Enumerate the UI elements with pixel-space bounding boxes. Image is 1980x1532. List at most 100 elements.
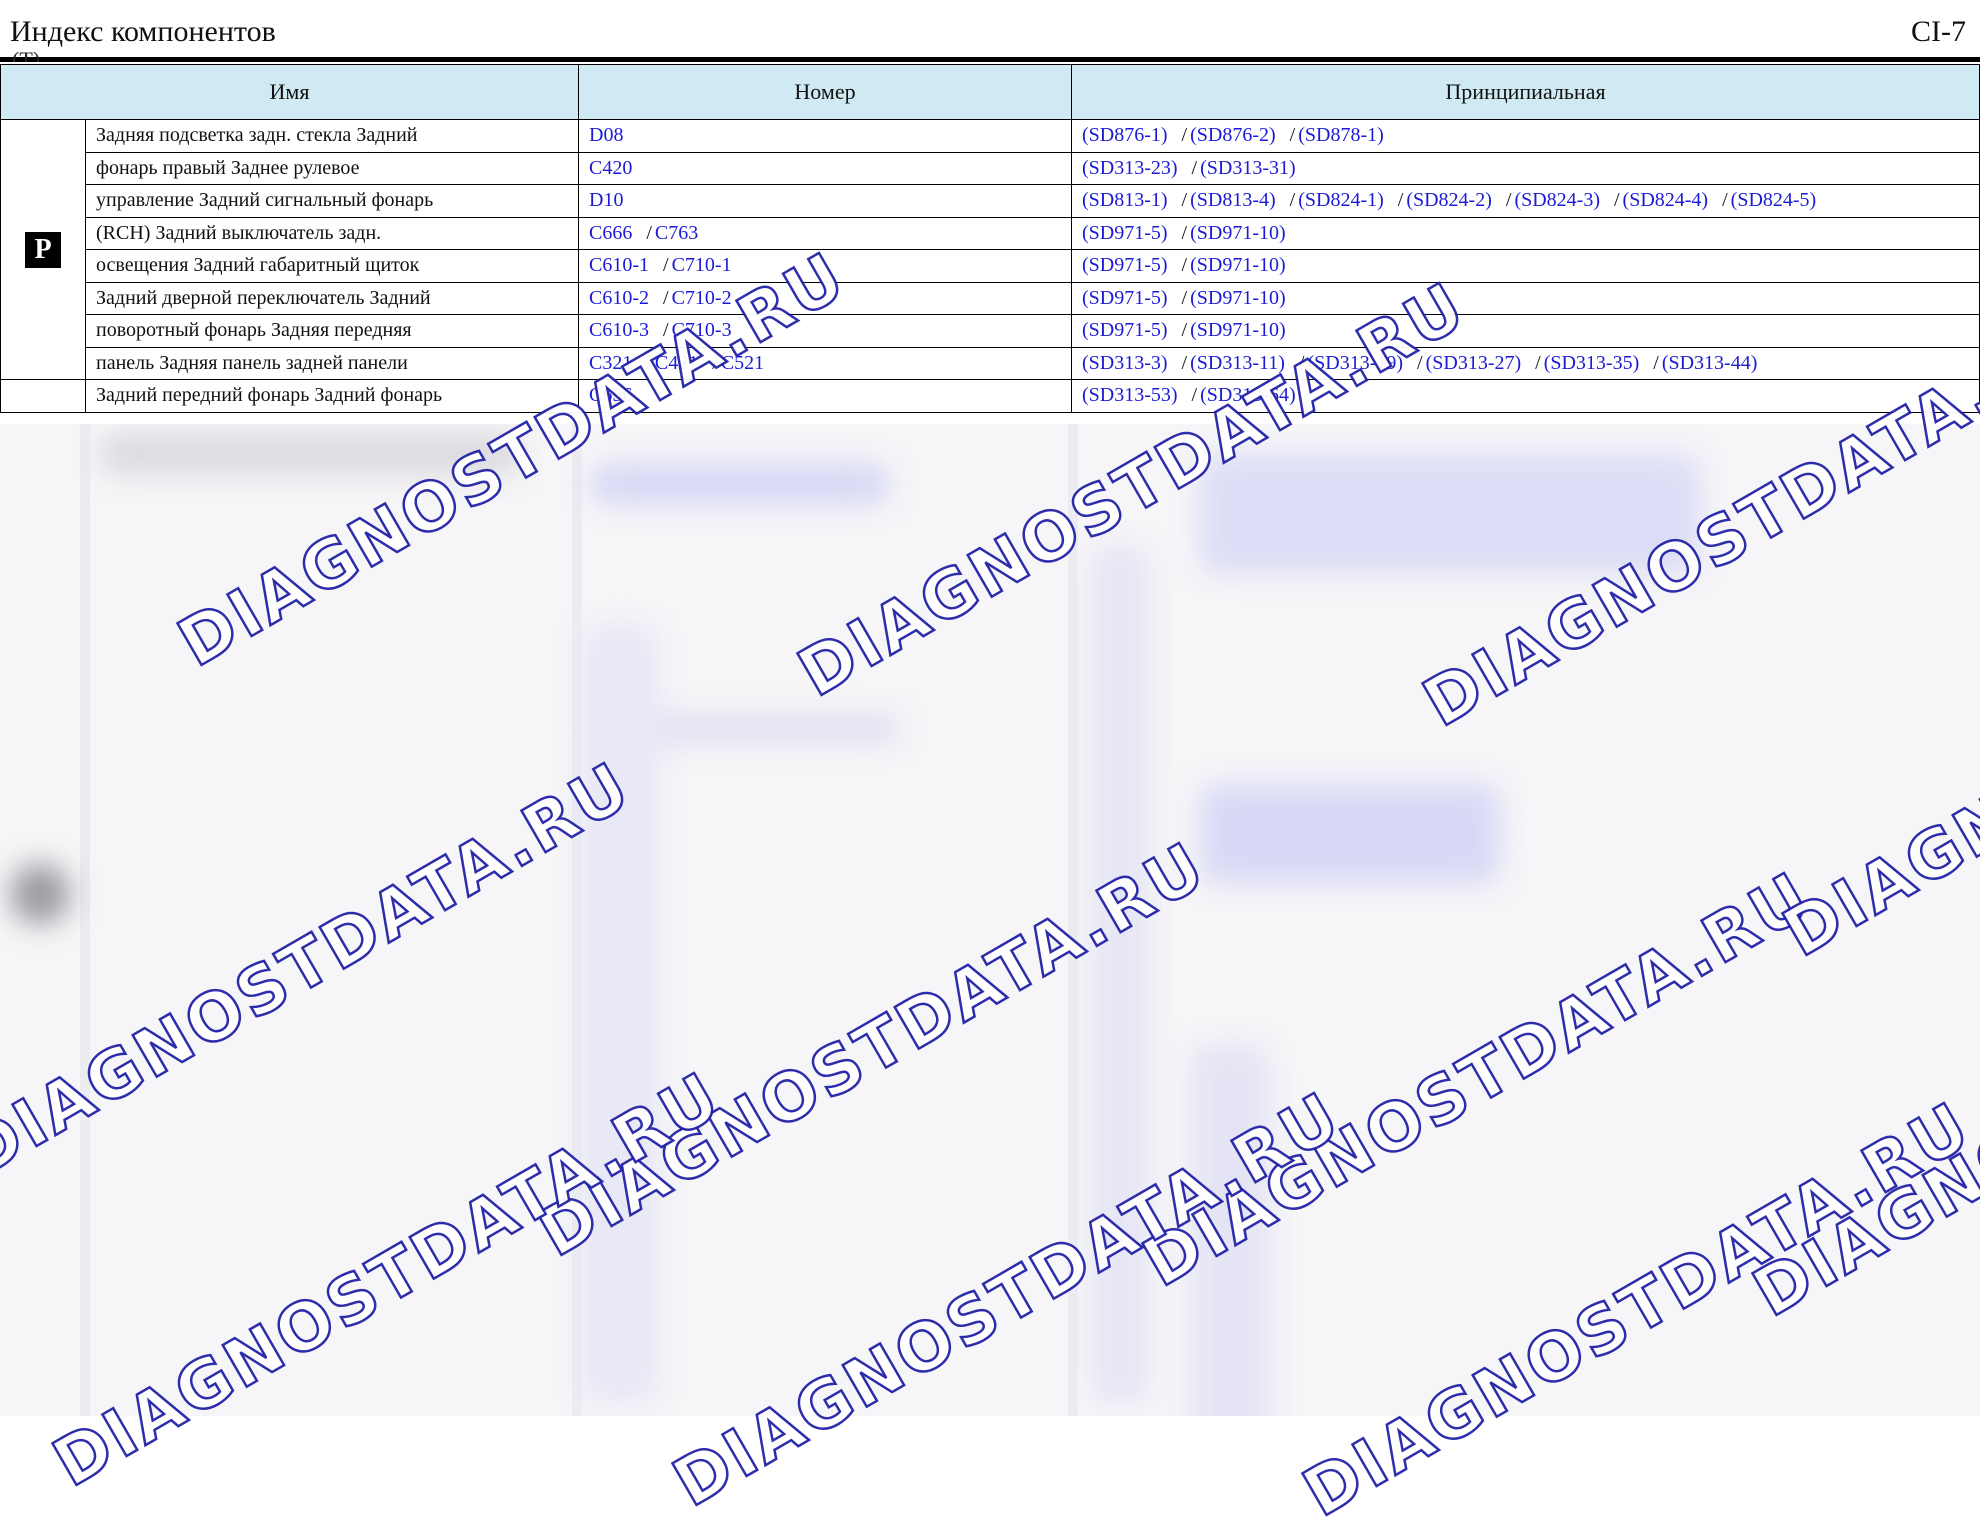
component-name: управление Задний сигнальный фонарь — [85, 184, 579, 218]
diagram-link[interactable]: (SD971-5) — [1082, 222, 1168, 244]
blurred-text — [580, 624, 660, 1404]
table-row: панель Задняя панель задней панели C321/C… — [1, 346, 1980, 380]
page-title-overflow: (Т) — [12, 52, 40, 62]
diagram-cell: (SD313-3) / (SD313-11) / (SD313-19) / (SD313-2… — [1071, 346, 1980, 380]
separator: / — [1505, 189, 1512, 212]
diagram-link[interactable]: (SD876-1) — [1082, 124, 1168, 146]
column-header-number: Номер детали — [578, 64, 1072, 120]
table-row: P Задняя подсветка задн. стекла Задний D08… — [0, 119, 1980, 380]
table-row: Задний дверной переключатель Задний C610-… — [1, 281, 1980, 315]
diagram-link[interactable]: (SD876-2) — [1190, 124, 1276, 146]
column-header-name: Имя — [0, 64, 579, 120]
blurred-letter-badge — [10, 864, 70, 924]
part-number-link[interactable]: C610-2 — [589, 287, 649, 309]
diagram-link[interactable]: (SD971-5) — [1082, 319, 1168, 341]
separator: / — [1181, 254, 1188, 277]
separator: / — [1181, 351, 1188, 374]
blurred-text — [590, 464, 890, 504]
component-name: (RCH) Задний выключатель задн. — [85, 216, 579, 250]
part-number-cell: D08 — [578, 119, 1072, 153]
separator: / — [1181, 319, 1188, 342]
separator: / — [1289, 189, 1296, 212]
diagram-link[interactable]: (SD313-53) — [1082, 384, 1178, 406]
diagram-cell: (SD876-1) / (SD876-2) / (SD878-1) — [1071, 119, 1980, 153]
component-name: панель Задняя панель задней панели — [85, 346, 579, 380]
diagram-link[interactable]: (SD824-3) — [1514, 189, 1600, 211]
diagram-link[interactable]: (SD824-2) — [1406, 189, 1492, 211]
diagram-link[interactable]: (SD878-1) — [1298, 124, 1384, 146]
separator: / — [663, 286, 669, 309]
table-body: P Задняя подсветка задн. стекла Задний D08… — [0, 119, 1980, 413]
column-header-diagram-overflow: схема — [1072, 107, 1979, 120]
separator: / — [1613, 189, 1620, 212]
diagram-link[interactable]: (SD971-10) — [1190, 254, 1286, 276]
table-row: поворотный фонарь Задняя передняя C610-3 /… — [1, 314, 1980, 348]
table-row: (RCH) Задний выключатель задн. C666/C763(… — [1, 216, 1980, 250]
table-row: управление Задний сигнальный фонарь D10 (S… — [1, 184, 1980, 218]
diagram-link[interactable]: (SD824-4) — [1623, 189, 1709, 211]
part-number-link[interactable]: C610-3 — [589, 319, 649, 341]
diagram-link[interactable]: (SD313-44) — [1662, 352, 1758, 374]
separator: / — [1181, 221, 1188, 244]
component-name: освещения Задний габаритный щиток — [85, 249, 579, 283]
separator: / — [1289, 124, 1296, 147]
component-name: поворотный фонарь Задняя передняя — [85, 314, 579, 348]
section-letter-cell: P — [0, 119, 86, 380]
component-name: Задняя подсветка задн. стекла Задний — [85, 119, 579, 153]
column-header-number-label: Номер — [794, 79, 856, 104]
diagram-link[interactable]: (SD971-10) — [1190, 319, 1286, 341]
separator: / — [663, 254, 669, 277]
table-row: фонарь правый Заднее рулевое C420 (SD313-2… — [1, 151, 1980, 185]
component-name: фонарь правый Заднее рулевое — [85, 151, 579, 185]
column-header-number-overflow: детали — [579, 107, 1071, 120]
diagram-link[interactable]: (SD971-5) — [1082, 287, 1168, 309]
diagram-link[interactable]: (SD824-1) — [1298, 189, 1384, 211]
part-number-link[interactable]: D08 — [589, 124, 623, 146]
part-number-cell: D10 — [578, 184, 1072, 218]
diagram-link[interactable]: (SD971-10) — [1190, 287, 1286, 309]
diagram-cell: (SD971-5) / (SD971-10) — [1071, 281, 1980, 315]
diagram-cell: (SD813-1) / (SD813-4) / (SD824-1) / (SD824-2) /… — [1071, 184, 1980, 218]
separator: / — [1181, 124, 1188, 147]
part-number-link[interactable]: C610-1 — [589, 254, 649, 276]
diagram-link[interactable]: (SD824-5) — [1731, 189, 1817, 211]
separator: / — [646, 221, 652, 244]
diagram-link[interactable]: (SD313-23) — [1082, 157, 1178, 179]
part-number-link[interactable]: C710-1 — [672, 254, 732, 276]
separator: / — [1181, 189, 1188, 212]
diagram-link[interactable]: (SD971-10) — [1190, 222, 1286, 244]
column-header-diagram: Принципиальная схема — [1071, 64, 1980, 120]
part-number-link[interactable]: D10 — [589, 189, 623, 211]
diagram-link[interactable]: (SD813-4) — [1190, 189, 1276, 211]
diagram-cell: (SD971-5) / (SD971-10) — [1071, 314, 1980, 348]
separator: / — [1722, 189, 1728, 212]
separator: / — [1397, 189, 1404, 212]
part-number-link[interactable]: C763 — [655, 222, 698, 244]
diagram-link[interactable]: (SD313-31) — [1200, 157, 1296, 179]
part-number-cell: C420 — [578, 151, 1072, 185]
table-row: освещения Задний габаритный щиток C610-1 /… — [1, 249, 1980, 283]
section-letter-cell-next — [0, 379, 86, 413]
diagram-link[interactable]: (SD313-35) — [1544, 352, 1640, 374]
page-title: Индекс компонентов — [10, 15, 276, 48]
part-number-link[interactable]: C420 — [589, 157, 632, 179]
diagram-link[interactable]: (SD813-1) — [1082, 189, 1168, 211]
column-header-name-label: Имя — [269, 79, 310, 104]
part-number-link[interactable]: C666 — [589, 222, 632, 244]
diagram-cell: (SD971-5) / (SD971-10) — [1071, 249, 1980, 283]
page-code: CI-7 — [1911, 15, 1966, 48]
diagram-link[interactable]: (SD971-5) — [1082, 254, 1168, 276]
diagram-cell: (SD971-5) / (SD971-10) — [1071, 216, 1980, 250]
column-header-diagram-label: Принципиальная — [1445, 79, 1606, 104]
separator: / — [1191, 384, 1198, 407]
page-header: Индекс компонентов (Т) CI-7 — [0, 0, 1980, 62]
separator: / — [1181, 286, 1188, 309]
diagram-link[interactable]: (SD313-3) — [1082, 352, 1168, 374]
diagram-cell: (SD313-23) / (SD313-31) — [1071, 151, 1980, 185]
section-letter-badge: P — [25, 231, 61, 268]
separator: / — [1653, 351, 1659, 374]
blurred-text — [1200, 784, 1500, 884]
component-name: Задний дверной переключатель Задний — [85, 281, 579, 315]
table-row: Задний передний фонарь Задний фонарь C656… — [0, 379, 1980, 413]
component-index-table: Имя Номер детали Принципиальная схема PЗ… — [0, 64, 1980, 413]
